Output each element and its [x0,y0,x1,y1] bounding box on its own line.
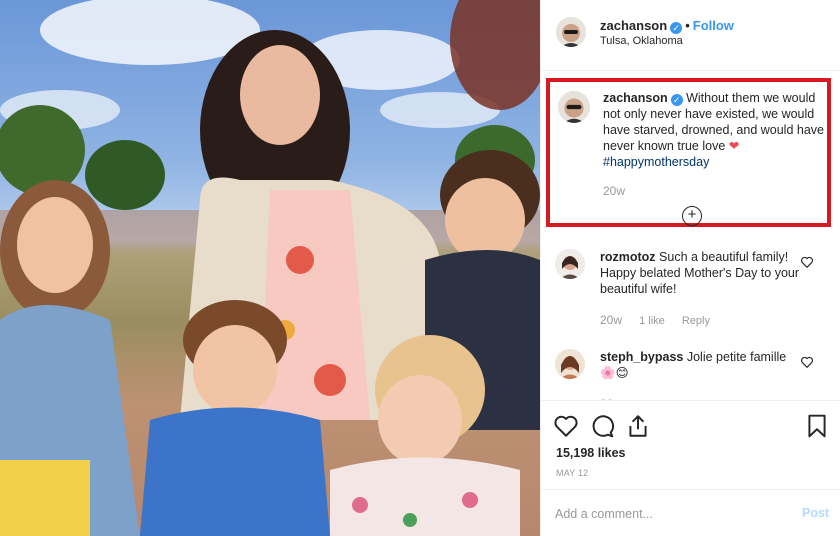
post-button[interactable]: Post [802,506,829,520]
caption-avatar[interactable] [558,91,590,123]
location-link[interactable]: Tulsa, Oklahoma [600,35,683,47]
emoji-icon: 🌸😊 [600,366,629,380]
comment-username[interactable]: steph_bypass [600,350,683,364]
comment-text: rozmotoz Such a beautiful family! Happy … [600,249,800,297]
post-sidebar: zachanson ✓ • Follow Tulsa, Oklahoma zachan… [540,0,840,536]
comment-time: 20w [600,313,623,327]
post-date: MAY 12 [556,468,589,478]
caption-highlight: zachanson ✓ Without them we would not onl… [546,78,831,227]
header-username-row: zachanson ✓ • Follow [600,18,734,34]
verified-icon: ✓ [670,94,683,106]
likes-count[interactable]: 15,198 likes [556,446,626,460]
action-bar: 15,198 likes MAY 12 [541,400,840,489]
like-comment-icon[interactable] [800,355,814,369]
reply-button[interactable]: Reply [682,315,710,327]
heart-icon[interactable] [553,413,579,439]
share-icon[interactable] [625,413,651,439]
avatar[interactable] [556,17,586,47]
post-photo[interactable] [0,0,540,536]
post-header: zachanson ✓ • Follow Tulsa, Oklahoma [541,0,840,71]
commenter-avatar[interactable] [555,249,585,279]
caption-username[interactable]: zachanson [603,91,668,105]
comment-text: steph_bypass Jolie petite famille 🌸😊 [600,349,800,381]
heart-emoji-icon: ❤ [728,139,740,153]
caption-time: 20w [603,184,626,198]
comment-body: Jolie petite famille [686,350,787,364]
follow-button[interactable]: Follow [693,18,734,33]
comment-input[interactable] [555,504,785,524]
verified-icon: ✓ [670,22,683,34]
commenter-avatar[interactable] [555,349,585,379]
comment-icon[interactable] [589,413,615,439]
caption-text: zachanson ✓ Without them we would not onl… [603,90,828,170]
header-username[interactable]: zachanson [600,18,667,33]
hashtag-link[interactable]: #happymothersday [603,155,709,169]
comment-meta: 20w 1 like Reply [600,313,724,327]
like-comment-icon[interactable] [800,255,814,269]
comment-username[interactable]: rozmotoz [600,250,656,264]
load-more-comments-button[interactable]: + [682,206,702,226]
separator-dot: • [685,18,690,33]
add-comment-bar: Post [541,489,840,536]
family-photo [0,0,540,536]
comments-list[interactable]: zachanson ✓ Without them we would not onl… [541,71,840,400]
comment-likes[interactable]: 1 like [639,315,665,327]
bookmark-icon[interactable] [804,413,830,439]
